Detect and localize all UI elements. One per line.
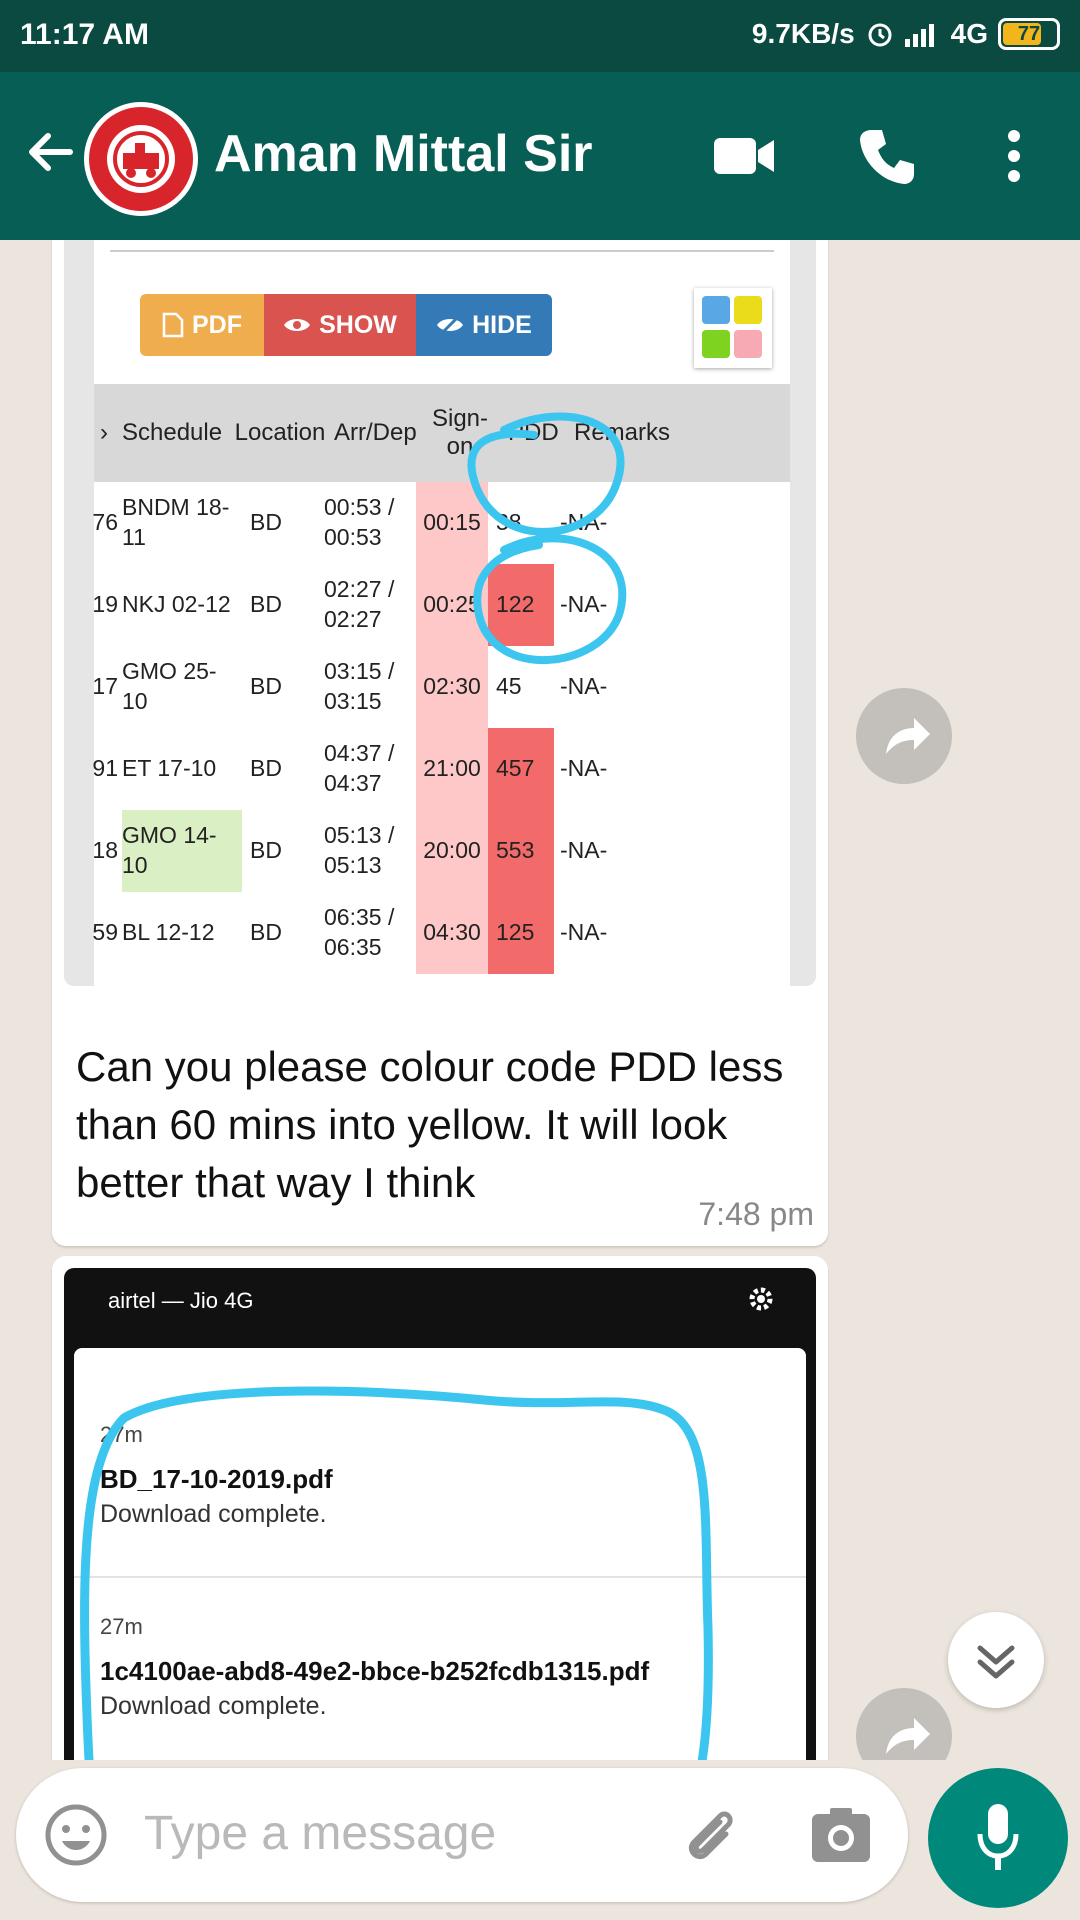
message-bubble[interactable]: airtel — Jio 4G 27m BD_17-10-2019.pdf Do… bbox=[52, 1256, 828, 1760]
message-input[interactable]: Type a message bbox=[144, 1806, 496, 1861]
signal-icon bbox=[904, 24, 934, 47]
image-attachment[interactable]: airtel — Jio 4G 27m BD_17-10-2019.pdf Do… bbox=[64, 1268, 816, 1760]
voice-record-button[interactable] bbox=[928, 1768, 1068, 1908]
status-right: 9.7KB/s 4G 77 bbox=[752, 18, 1060, 50]
status-time: 11:17 AM bbox=[20, 18, 149, 51]
forward-button[interactable] bbox=[856, 688, 952, 784]
camera-icon[interactable] bbox=[810, 1806, 872, 1864]
scroll-to-bottom-button[interactable] bbox=[948, 1612, 1044, 1708]
emoji-icon[interactable] bbox=[44, 1803, 108, 1867]
message-input-bar: Type a message bbox=[16, 1768, 908, 1902]
alarm-icon bbox=[868, 23, 892, 47]
forward-icon bbox=[886, 1718, 930, 1754]
contact-avatar[interactable] bbox=[84, 102, 198, 216]
attachment-icon[interactable] bbox=[676, 1802, 742, 1868]
indian-railways-logo-icon bbox=[89, 107, 193, 211]
battery-icon: 77 bbox=[998, 18, 1060, 50]
video-call-icon[interactable] bbox=[712, 130, 776, 182]
status-bar: 11:17 AM 9.7KB/s 4G 77 bbox=[0, 0, 1080, 72]
annotation-outline bbox=[80, 1386, 713, 1760]
chat-header: Aman Mittal Sir bbox=[0, 72, 1080, 240]
forward-button[interactable] bbox=[856, 1688, 952, 1760]
network-speed: 9.7KB/s bbox=[751, 18, 855, 49]
annotation-circles bbox=[467, 412, 627, 664]
forward-icon bbox=[886, 718, 930, 754]
network-type: 4G bbox=[950, 18, 988, 49]
phone-call-icon[interactable] bbox=[858, 126, 918, 186]
back-arrow-icon[interactable] bbox=[22, 124, 78, 180]
message-time: 7:48 pm bbox=[698, 1196, 814, 1232]
message-bubble[interactable]: PDF SHOW HIDE › Schedule Location Arr/De… bbox=[52, 240, 828, 1246]
image-attachment[interactable]: PDF SHOW HIDE › Schedule Location Arr/De… bbox=[64, 240, 816, 986]
microphone-icon bbox=[977, 1804, 1019, 1870]
double-chevron-down-icon bbox=[977, 1645, 1015, 1679]
more-options-icon[interactable] bbox=[1004, 128, 1024, 184]
chat-area[interactable]: PDF SHOW HIDE › Schedule Location Arr/De… bbox=[0, 240, 1080, 1760]
message-text: Can you please colour code PDD less than… bbox=[76, 1043, 784, 1206]
battery-level: 77 bbox=[1017, 23, 1041, 45]
contact-name[interactable]: Aman Mittal Sir bbox=[214, 124, 593, 184]
